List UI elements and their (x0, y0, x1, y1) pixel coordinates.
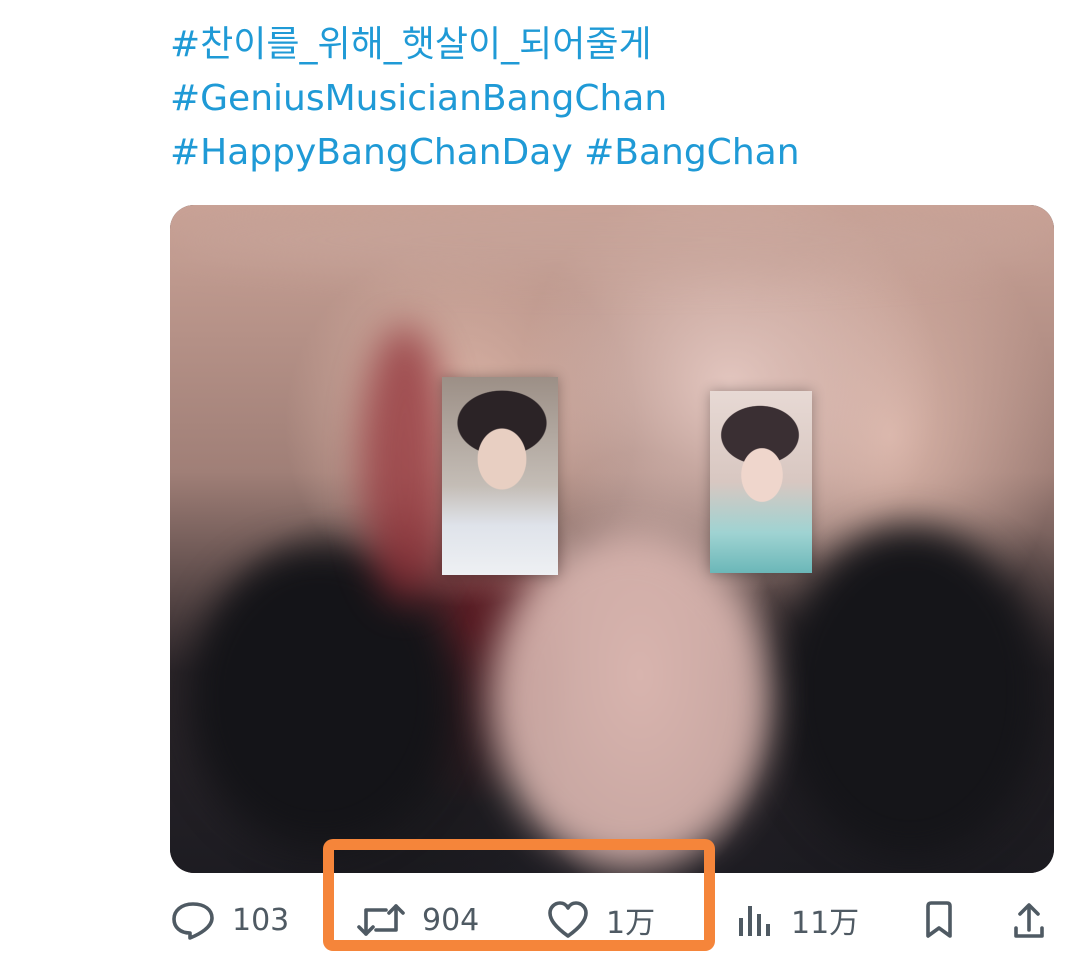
photo-blur-region (490, 535, 770, 865)
share-icon (1012, 900, 1046, 940)
bookmark-icon (922, 900, 956, 940)
photocard-right (710, 391, 812, 573)
photo-blur-region (170, 205, 1054, 275)
tweet-hashtags: #찬이를_위해_햇살이_되어줄게 #GeniusMusicianBangChan… (170, 18, 800, 180)
hashtag-link[interactable]: #GeniusMusicianBangChan (170, 72, 800, 126)
share-button[interactable] (1012, 892, 1046, 948)
views-button[interactable]: 11万 (735, 892, 859, 948)
photo-blur-region (360, 325, 450, 605)
analytics-icon (735, 900, 775, 940)
annotation-highlight-box (323, 839, 715, 951)
reply-count: 103 (232, 902, 290, 938)
photo-blur-region (780, 525, 1040, 855)
hashtag-link[interactable]: #HappyBangChanDay #BangChan (170, 126, 800, 180)
photocard-left (442, 377, 558, 575)
reply-icon (170, 900, 216, 940)
views-count: 11万 (791, 906, 860, 941)
tweet-media-photo[interactable] (170, 205, 1054, 873)
hashtag-link[interactable]: #찬이를_위해_햇살이_되어줄게 (170, 18, 800, 72)
bookmark-button[interactable] (922, 892, 956, 948)
reply-button[interactable]: 103 (170, 892, 289, 948)
